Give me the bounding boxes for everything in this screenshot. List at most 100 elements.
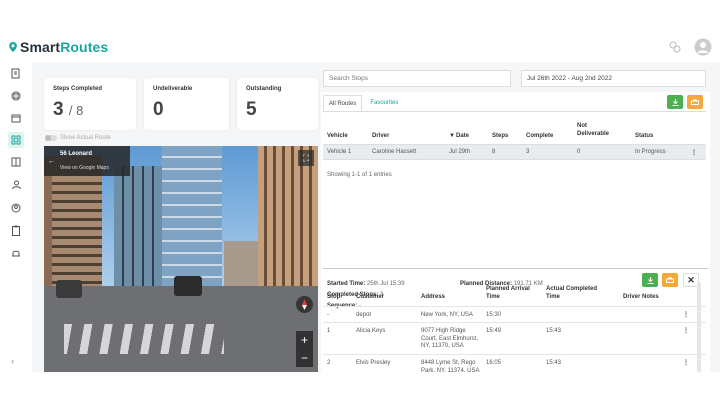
col-complete[interactable]: Complete — [526, 133, 553, 139]
show-actual-route-toggle[interactable]: Show Actual Route — [45, 135, 111, 141]
stat-label: Steps Completed — [53, 86, 103, 92]
table-row[interactable]: 2 Elvis Presley 8448 Lyme St, Rego Park,… — [323, 354, 706, 372]
back-arrow-icon[interactable]: ← — [48, 158, 55, 165]
cell-planned: 15:49 — [486, 328, 502, 334]
col-address[interactable]: Address — [421, 294, 445, 302]
cell-actual: 15:43 — [546, 360, 562, 366]
bottom-margin — [0, 372, 720, 405]
date-range-picker[interactable]: Jul 26th 2022 - Aug 2nd 2022 — [521, 70, 706, 87]
tab-all-routes[interactable]: All Routes — [323, 95, 363, 112]
cell-stop: - — [327, 312, 329, 318]
cell-stop: 2 — [327, 360, 331, 366]
table-row[interactable]: 1 Alicia Keys 9077 High Ridge Court, Eas… — [323, 322, 706, 354]
cell-planned: 15:30 — [486, 312, 502, 318]
search-stops-input[interactable] — [323, 70, 511, 87]
routes-table-header: Vehicle Driver ▼ Date Steps Complete Not… — [323, 123, 706, 144]
stat-card-undeliverable: Undeliverable 0 — [144, 78, 229, 130]
notepad-icon[interactable] — [8, 65, 24, 81]
cell-vehicle: Vehicle 1 — [327, 149, 352, 155]
zoom-controls: + − — [296, 331, 313, 367]
building-right — [258, 146, 318, 296]
team-icon[interactable] — [8, 177, 24, 193]
toggle-switch[interactable] — [45, 135, 57, 141]
stat-card-outstanding: Outstanding 5 — [237, 78, 318, 130]
book-icon[interactable] — [8, 154, 24, 170]
cell-customer: Alicia Keys — [356, 328, 386, 334]
row-menu-icon[interactable]: ⋮ — [683, 360, 689, 368]
row-menu-icon[interactable]: ⋮ — [691, 149, 697, 156]
zoom-in-button[interactable]: + — [296, 331, 313, 349]
stat-value: 3 / 8 — [53, 99, 84, 120]
row-menu-icon[interactable]: ⋮ — [683, 328, 689, 336]
fullscreen-icon[interactable]: ⛶ — [298, 150, 314, 166]
col-date[interactable]: Date — [456, 133, 469, 139]
user-icon[interactable] — [8, 200, 24, 216]
cell-driver: Caroline Hassett — [372, 149, 417, 155]
cell-planned: 16:05 — [486, 360, 502, 366]
download-icon — [647, 276, 653, 284]
map-pin-icon — [9, 42, 17, 52]
print-icon — [691, 99, 699, 105]
routes-icon[interactable] — [8, 132, 24, 148]
cell-customer: Elvis Presley — [356, 360, 391, 366]
col-status[interactable]: Status — [635, 133, 653, 139]
compass-icon[interactable] — [296, 296, 313, 313]
street-view-info-badge: 56 Leonard View on Google Maps — [44, 146, 130, 176]
cell-date: Jul 29th — [449, 149, 471, 155]
col-vehicle[interactable]: Vehicle — [327, 133, 348, 139]
col-driver-notes[interactable]: Driver Notes — [623, 294, 659, 302]
brand-name: SmartRoutes — [20, 39, 109, 55]
print-stops-button[interactable] — [662, 273, 678, 287]
print-button[interactable] — [687, 95, 703, 109]
crosswalk — [64, 324, 224, 354]
brand-logo[interactable]: SmartRoutes — [9, 39, 108, 55]
col-actual-completed[interactable]: Actual Completed Time — [546, 286, 602, 301]
zoom-out-button[interactable]: − — [296, 349, 313, 367]
stat-label: Undeliverable — [153, 86, 193, 92]
table-row[interactable]: - depot New York, NY, USA 15:30 ⋮ — [323, 306, 706, 322]
car — [56, 280, 82, 298]
col-customer[interactable]: Customer — [356, 294, 384, 302]
bell-icon[interactable] — [8, 245, 24, 261]
download-button[interactable] — [667, 95, 683, 109]
car — [174, 276, 202, 296]
cell-customer: depot — [356, 312, 372, 318]
street-view-title: 56 Leonard — [60, 151, 93, 157]
col-steps[interactable]: Steps — [492, 133, 508, 139]
stops-table-header: Stop Customer Address Planned Arrival Ti… — [323, 286, 706, 308]
toggle-label: Show Actual Route — [60, 135, 111, 141]
cell-actual: 15:43 — [546, 328, 562, 334]
street-view-panel[interactable]: 56 Leonard View on Google Maps ← ⛶ + − — [44, 146, 318, 372]
calendar-icon[interactable] — [8, 110, 24, 126]
sidebar-collapse-chevron-icon[interactable]: › — [11, 356, 14, 366]
col-driver[interactable]: Driver — [372, 133, 389, 139]
share-icon[interactable] — [666, 38, 684, 56]
download-icon — [672, 98, 678, 106]
stat-label: Outstanding — [246, 86, 282, 92]
cell-address: 9077 High Ridge Court, East Elmhurst, NY… — [421, 328, 479, 349]
building-windows — [52, 176, 102, 286]
cell-not-deliverable: 0 — [577, 149, 581, 155]
col-planned-arrival[interactable]: Planned Arrival Time — [486, 286, 530, 301]
cell-address: New York, NY, USA — [421, 312, 473, 318]
cell-steps: 8 — [492, 149, 496, 155]
view-on-google-maps-link[interactable]: View on Google Maps — [60, 165, 124, 171]
row-menu-icon[interactable]: ⋮ — [683, 312, 689, 320]
table-row[interactable]: Vehicle 1 Caroline Hassett Jul 29th 8 3 … — [323, 144, 706, 160]
top-bar: SmartRoutes — [0, 0, 720, 62]
tab-favourites[interactable]: Favourites — [362, 95, 403, 112]
stat-value: 5 — [246, 99, 257, 120]
glass-tower — [162, 146, 222, 296]
stat-card-steps-completed: Steps Completed 3 / 8 — [44, 78, 136, 130]
print-icon — [666, 277, 674, 283]
col-not-deliverable[interactable]: Not Deliverable — [577, 122, 617, 138]
col-stop[interactable]: Stop — [327, 294, 340, 302]
cell-status: In Progress — [635, 149, 666, 155]
sort-desc-icon[interactable]: ▼ — [449, 133, 455, 139]
cell-address: 8448 Lyme St, Rego Park, NY, 11374, USA — [421, 360, 480, 372]
clipboard-icon[interactable] — [8, 222, 24, 238]
user-avatar-icon[interactable] — [694, 38, 712, 56]
entries-count: Showing 1-1 of 1 entries — [327, 172, 392, 178]
download-stops-button[interactable] — [642, 273, 658, 287]
box-icon[interactable] — [8, 88, 24, 104]
